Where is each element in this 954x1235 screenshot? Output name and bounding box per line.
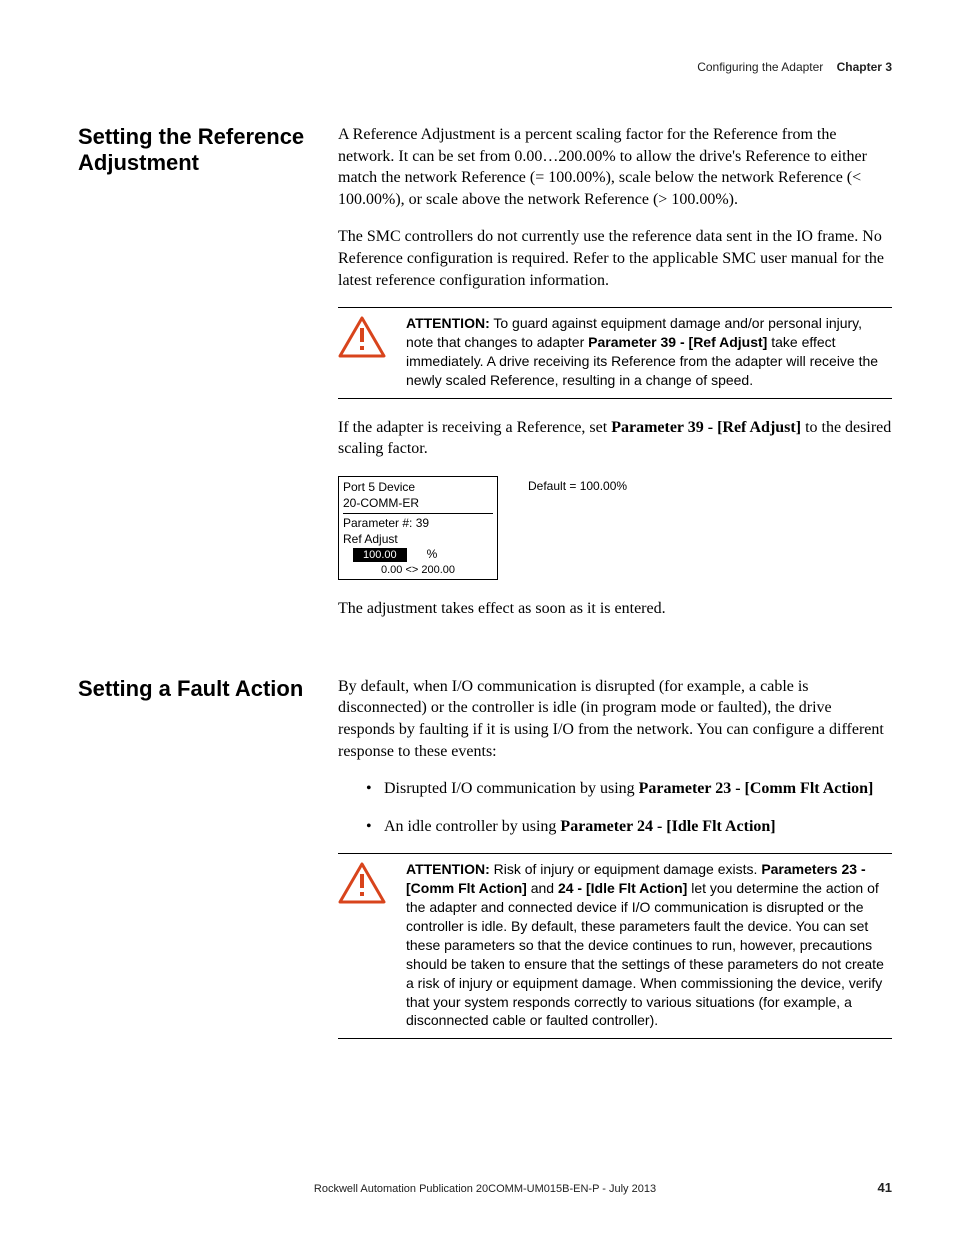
list-item: Disrupted I/O communication by using Par… <box>366 778 892 800</box>
attention-param: Parameter 39 - [Ref Adjust] <box>588 334 767 350</box>
text-run: Disrupted I/O communication by using <box>384 780 639 797</box>
page-footer: Rockwell Automation Publication 20COMM-U… <box>78 1183 892 1195</box>
body-paragraph: A Reference Adjustment is a percent scal… <box>338 124 892 210</box>
attention-label: ATTENTION: <box>406 315 490 331</box>
list-item: An idle controller by using Parameter 24… <box>366 816 892 838</box>
panel-value: 100.00 <box>353 548 407 562</box>
section-heading-reference-adjustment: Setting the Reference Adjustment <box>78 124 338 177</box>
panel-range: 0.00 <> 200.00 <box>343 563 493 577</box>
attention-callout: ATTENTION: Risk of injury or equipment d… <box>338 853 892 1039</box>
text-run: An idle controller by using <box>384 818 560 835</box>
panel-line: Port 5 Device <box>343 480 493 496</box>
header-chapter: Chapter 3 <box>837 60 892 74</box>
header-section: Configuring the Adapter <box>697 60 823 74</box>
body-paragraph: The SMC controllers do not currently use… <box>338 226 892 291</box>
attention-text: ATTENTION: To guard against equipment da… <box>406 314 892 390</box>
page-number: 41 <box>878 1180 892 1195</box>
warning-icon <box>338 860 406 911</box>
attention-param: 24 - [Idle Flt Action] <box>558 880 687 896</box>
publication-info: Rockwell Automation Publication 20COMM-U… <box>314 1183 656 1195</box>
default-value-label: Default = 100.00% <box>528 476 627 494</box>
attention-text: ATTENTION: Risk of injury or equipment d… <box>406 860 892 1030</box>
body-paragraph: By default, when I/O communication is di… <box>338 676 892 762</box>
section-heading-fault-action: Setting a Fault Action <box>78 676 338 702</box>
body-paragraph: If the adapter is receiving a Reference,… <box>338 417 892 460</box>
param-ref: Parameter 24 - [Idle Flt Action] <box>560 818 775 835</box>
param-ref: Parameter 23 - [Comm Flt Action] <box>639 780 874 797</box>
attention-body: Risk of injury or equipment damage exist… <box>490 861 762 877</box>
param-ref: Parameter 39 - [Ref Adjust] <box>611 419 801 436</box>
panel-line: Parameter #: 39 <box>343 516 493 532</box>
attention-body: and <box>527 880 558 896</box>
attention-body: let you determine the action of the adap… <box>406 880 884 1028</box>
panel-unit: % <box>427 547 438 563</box>
body-paragraph: The adjustment takes effect as soon as i… <box>338 598 892 620</box>
attention-callout: ATTENTION: To guard against equipment da… <box>338 307 892 399</box>
text-run: If the adapter is receiving a Reference,… <box>338 419 611 436</box>
warning-icon <box>338 314 406 365</box>
panel-line: Ref Adjust <box>343 532 493 548</box>
panel-line: 20-COMM-ER <box>343 496 493 515</box>
parameter-panel: Port 5 Device 20-COMM-ER Parameter #: 39… <box>338 476 498 580</box>
page-header: Configuring the Adapter Chapter 3 <box>78 60 892 74</box>
attention-label: ATTENTION: <box>406 861 490 877</box>
